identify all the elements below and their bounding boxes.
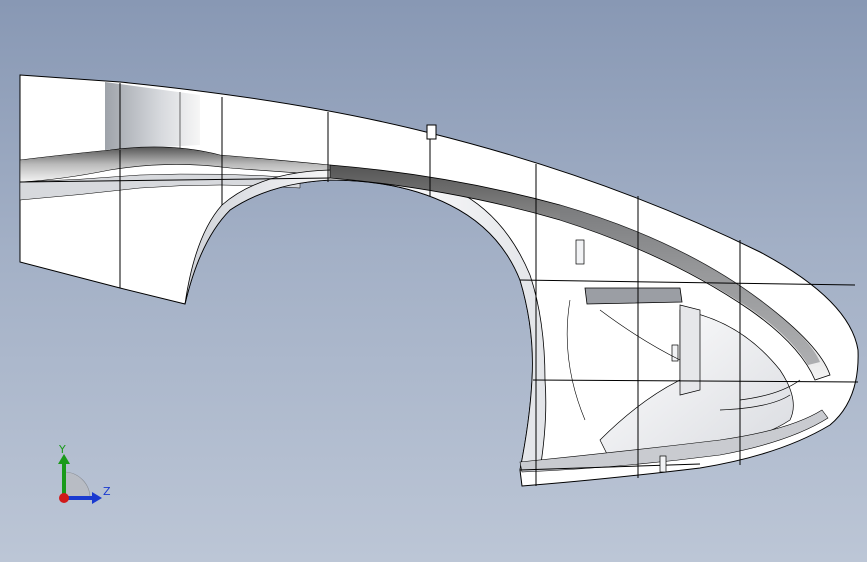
z-axis-label: Z	[103, 485, 111, 498]
triad-quadrant	[63, 471, 91, 499]
triad-graphic	[58, 454, 102, 504]
graphics-viewport[interactable]: Y Z	[0, 0, 867, 562]
x-axis-dot	[59, 493, 69, 503]
y-axis-label: Y	[59, 443, 66, 456]
z-axis-head	[92, 492, 102, 504]
bracket-block	[584, 287, 683, 305]
fender-model[interactable]	[0, 0, 867, 562]
mounting-tab	[426, 124, 437, 140]
axis-triad: Y Z	[44, 440, 124, 512]
